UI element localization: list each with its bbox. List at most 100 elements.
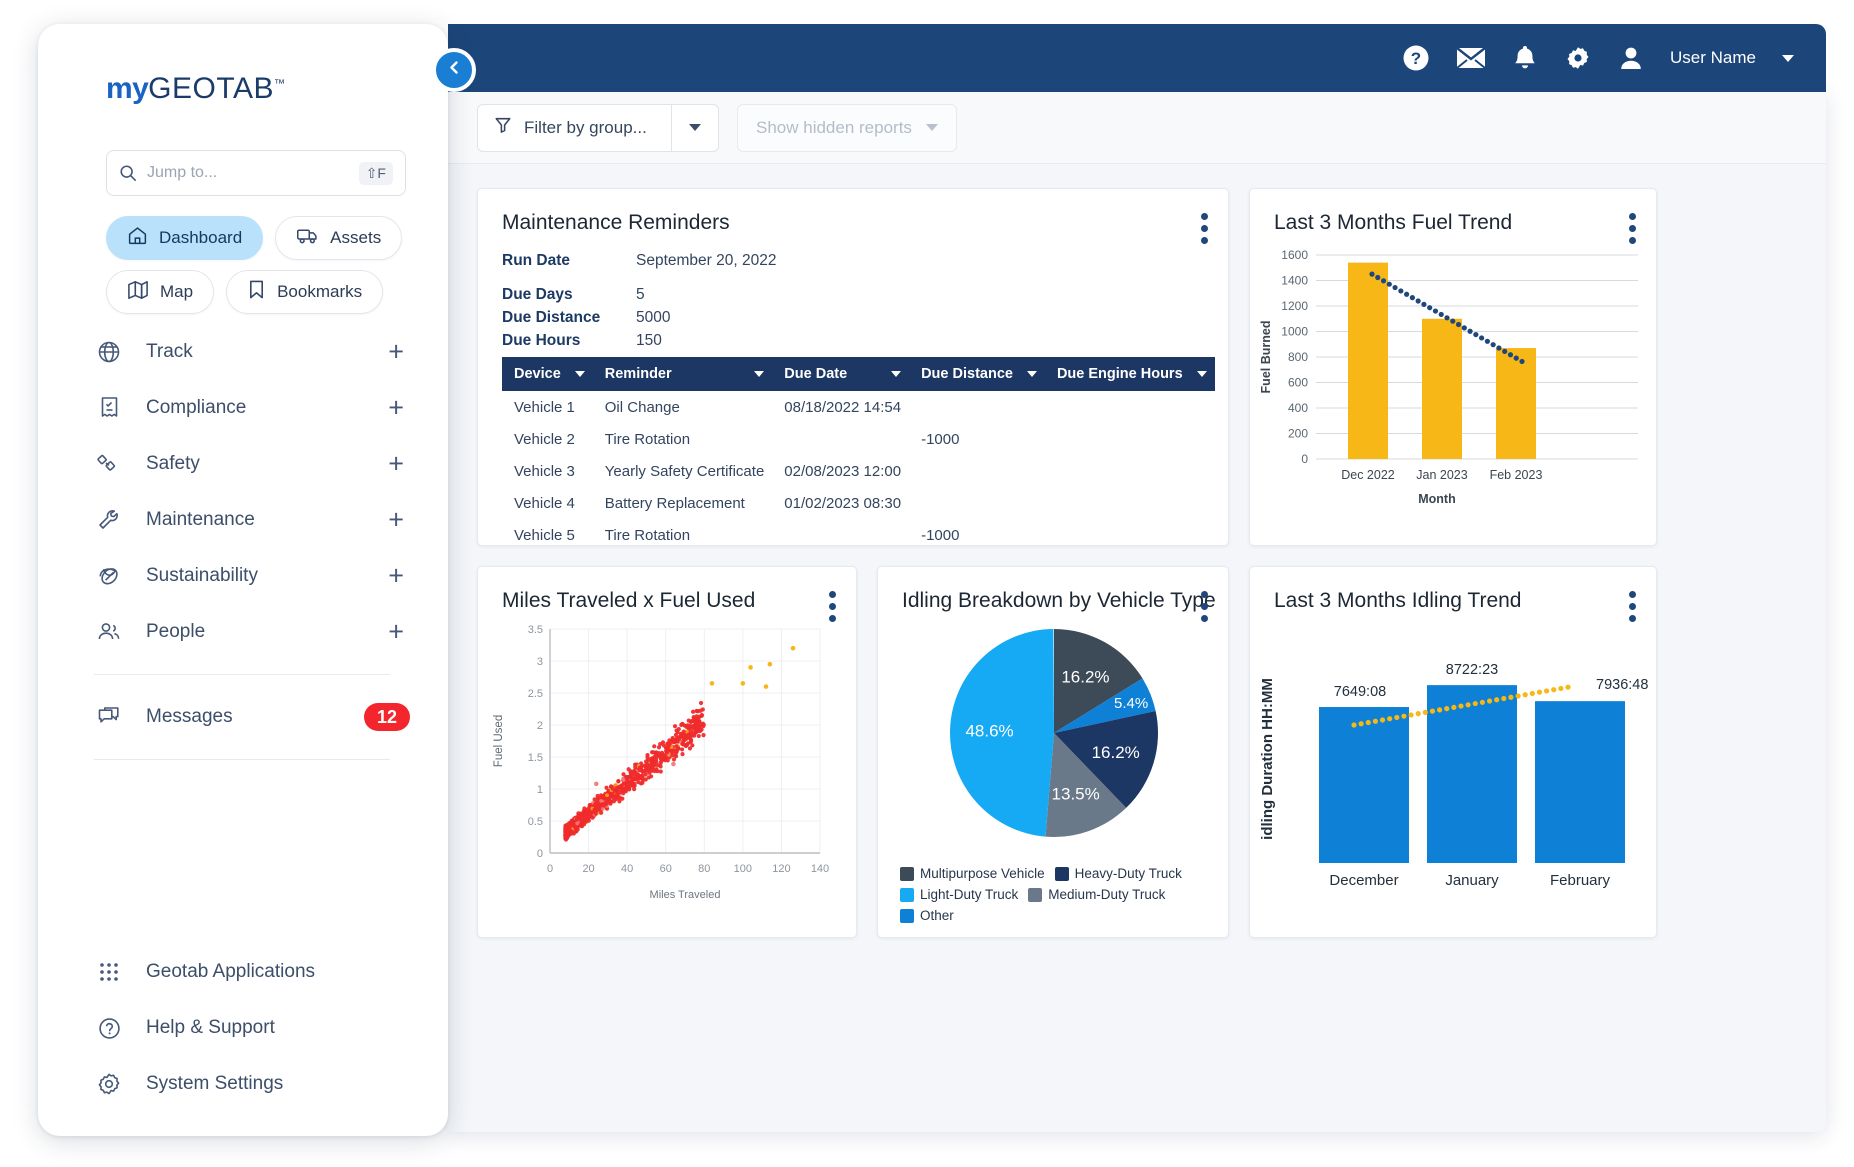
sidebar-item-label: Compliance — [146, 397, 246, 419]
legend-item[interactable]: Heavy-Duty Truck — [1055, 866, 1182, 881]
legend-swatch — [900, 888, 914, 902]
expand-track-button[interactable]: + — [388, 339, 404, 366]
column-header-device[interactable]: Device — [502, 357, 593, 391]
filter-by-group-control[interactable]: Filter by group... — [477, 104, 719, 152]
cell-due-distance: -1000 — [909, 519, 1045, 551]
cell-due-engine-hours — [1045, 487, 1215, 519]
table-row[interactable]: Vehicle 2 Tire Rotation -1000 — [502, 423, 1215, 455]
sidebar-item-safety[interactable]: Safety + — [94, 436, 394, 492]
svg-text:20: 20 — [582, 863, 594, 875]
maintenance-meta: Run Date September 20, 2022 Due Days 5 D… — [502, 249, 776, 352]
bell-icon[interactable] — [1512, 44, 1538, 72]
mail-icon[interactable] — [1456, 46, 1486, 70]
cell-due-distance — [909, 455, 1045, 487]
legend-item[interactable]: Multipurpose Vehicle — [900, 866, 1045, 881]
expand-safety-button[interactable]: + — [388, 451, 404, 478]
svg-text:Month: Month — [1418, 492, 1455, 506]
logo-trademark: ™ — [274, 78, 284, 90]
meta-row: Run Date September 20, 2022 — [502, 249, 776, 272]
expand-people-button[interactable]: + — [388, 619, 404, 646]
legend-label: Heavy-Duty Truck — [1075, 866, 1182, 881]
table-row[interactable]: Vehicle 5 Tire Rotation -1000 — [502, 519, 1215, 551]
user-avatar-icon[interactable] — [1618, 44, 1644, 72]
messages-badge: 12 — [364, 703, 410, 731]
legend-item[interactable]: Other — [900, 908, 954, 923]
column-header-due-date[interactable]: Due Date — [772, 357, 909, 391]
legend-item[interactable]: Light-Duty Truck — [900, 887, 1018, 902]
expand-sustainability-button[interactable]: + — [388, 563, 404, 590]
show-hidden-reports-dropdown[interactable]: Show hidden reports — [737, 104, 957, 152]
svg-text:1000: 1000 — [1281, 325, 1308, 339]
sidebar-item-sustainability[interactable]: Sustainability + — [94, 548, 394, 604]
sidebar-item-messages[interactable]: Messages 12 — [94, 689, 394, 745]
sidebar-item-system-settings[interactable]: System Settings — [94, 1056, 394, 1112]
cell-due-engine-hours — [1045, 519, 1215, 551]
search-input[interactable] — [147, 164, 359, 182]
mygeotab-logo[interactable]: myGEOTAB™ — [106, 72, 284, 106]
sidebar-collapse-button[interactable] — [432, 48, 476, 92]
cell-due-distance: -1000 — [909, 423, 1045, 455]
cell-due-engine-hours — [1045, 391, 1215, 423]
card-title: Miles Traveled x Fuel Used — [502, 589, 755, 613]
table-header-row: Device Reminder Due Date Due Distance Du… — [502, 357, 1215, 391]
logo-my: my — [106, 72, 148, 105]
expand-compliance-button[interactable]: + — [388, 395, 404, 422]
table-row[interactable]: Vehicle 4 Battery Replacement 01/02/2023… — [502, 487, 1215, 519]
quick-tile-map[interactable]: Map — [106, 270, 214, 314]
sidebar-item-people[interactable]: People + — [94, 604, 394, 660]
table-header: Device Reminder Due Date Due Distance Du… — [502, 357, 1215, 391]
meta-row: Due Distance 5000 — [502, 306, 776, 329]
help-icon[interactable]: ? — [1402, 44, 1430, 72]
svg-text:0: 0 — [1301, 452, 1308, 466]
search-box[interactable]: ⇧F — [106, 150, 406, 196]
report-toolbar: Filter by group... Show hidden reports — [448, 92, 1826, 164]
table-row[interactable]: Vehicle 3 Yearly Safety Certificate 02/0… — [502, 455, 1215, 487]
table-body: Vehicle 1 Oil Change 08/18/2022 14:54 Ve… — [502, 391, 1215, 551]
svg-text:13.5%: 13.5% — [1052, 785, 1100, 804]
quick-tile-assets[interactable]: Assets — [275, 216, 402, 260]
filter-dropdown-toggle[interactable] — [671, 104, 719, 152]
card-menu-button[interactable] — [1201, 213, 1208, 244]
sidebar-bottom-nav: Geotab Applications Help & Support Syste… — [94, 944, 394, 1112]
sidebar-item-geotab-applications[interactable]: Geotab Applications — [94, 944, 394, 1000]
sidebar-item-label: Safety — [146, 453, 200, 475]
chevron-down-icon[interactable] — [1782, 55, 1794, 62]
logo-geotab: GEOTAB — [148, 72, 274, 105]
gear-icon[interactable] — [1564, 44, 1592, 72]
svg-text:120: 120 — [772, 863, 790, 875]
meta-spacer — [502, 272, 776, 283]
expand-maintenance-button[interactable]: + — [388, 507, 404, 534]
svg-text:5.4%: 5.4% — [1114, 695, 1148, 712]
top-header-bar: ? User Name — [448, 24, 1826, 92]
svg-text:200: 200 — [1288, 427, 1308, 441]
legend-swatch — [1055, 867, 1069, 881]
sidebar-item-track[interactable]: Track + — [94, 324, 394, 380]
legend-label: Other — [920, 908, 954, 923]
column-header-due-distance[interactable]: Due Distance — [909, 357, 1045, 391]
cell-due-date: 08/18/2022 14:54 — [772, 391, 909, 423]
quick-tile-dashboard[interactable]: Dashboard — [106, 216, 263, 260]
column-label: Due Distance — [921, 366, 1013, 382]
chevron-down-icon — [1197, 371, 1207, 377]
table-row[interactable]: Vehicle 1 Oil Change 08/18/2022 14:54 — [502, 391, 1215, 423]
sidebar-item-help-support[interactable]: Help & Support — [94, 1000, 394, 1056]
legend-item[interactable]: Medium-Duty Truck — [1028, 887, 1165, 902]
wrench-icon — [94, 507, 124, 533]
user-name-label[interactable]: User Name — [1670, 48, 1756, 68]
sidebar-item-maintenance[interactable]: Maintenance + — [94, 492, 394, 548]
card-title: Last 3 Months Idling Trend — [1274, 589, 1521, 613]
card-title: Maintenance Reminders — [502, 211, 730, 235]
column-header-reminder[interactable]: Reminder — [593, 357, 773, 391]
globe-icon — [94, 339, 124, 365]
meta-value: 5 — [636, 286, 645, 304]
legend-label: Medium-Duty Truck — [1048, 887, 1165, 902]
svg-text:8722:23: 8722:23 — [1446, 662, 1498, 678]
svg-text:1.5: 1.5 — [528, 752, 543, 764]
column-label: Due Date — [784, 366, 847, 382]
svg-text:Feb 2023: Feb 2023 — [1490, 468, 1543, 482]
svg-text:1: 1 — [537, 784, 543, 796]
filter-by-group-button[interactable]: Filter by group... — [477, 104, 671, 152]
quick-tile-bookmarks[interactable]: Bookmarks — [226, 270, 383, 314]
sidebar-item-compliance[interactable]: Compliance + — [94, 380, 394, 436]
column-header-due-engine-hours[interactable]: Due Engine Hours — [1045, 357, 1215, 391]
